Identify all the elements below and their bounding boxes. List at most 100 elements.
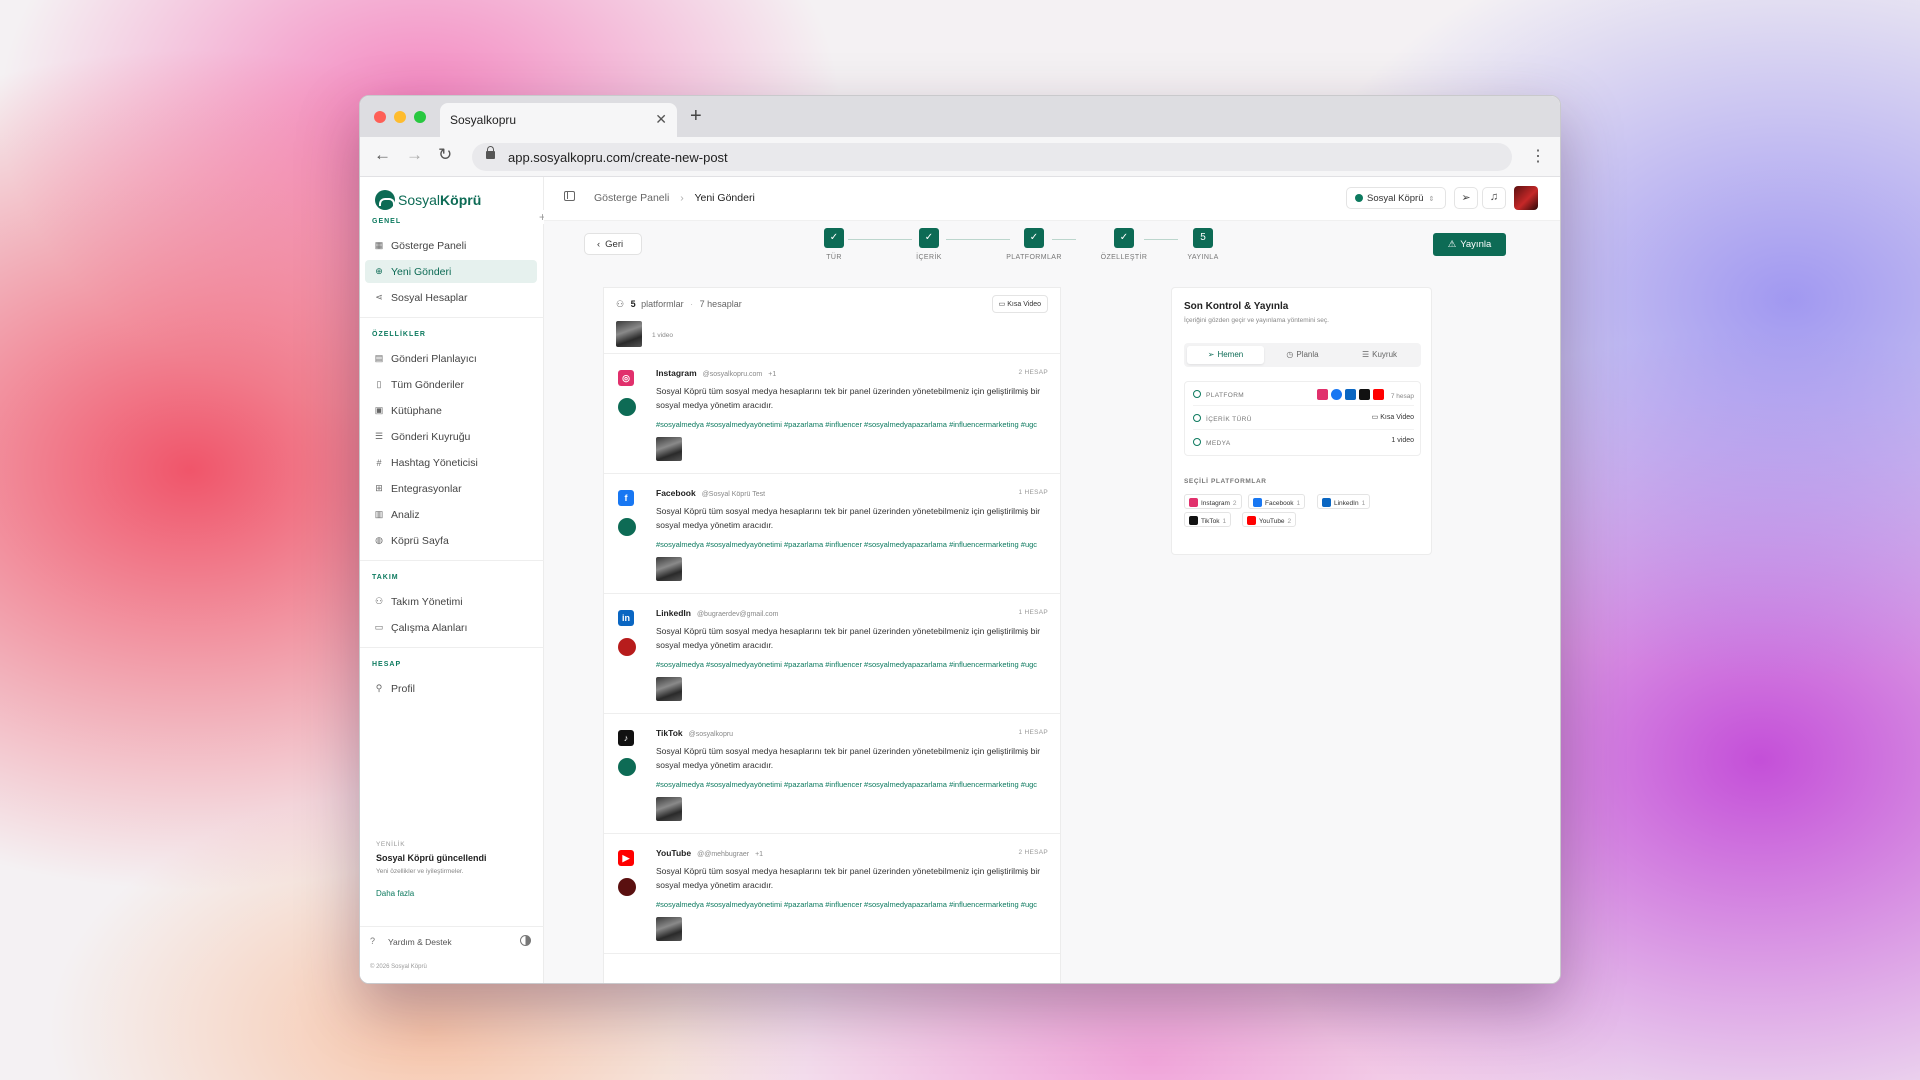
step-number: 5: [1193, 228, 1213, 248]
step-label: İÇERİK: [916, 254, 942, 261]
sidebar-item-hashtags[interactable]: # Hashtag Yöneticisi: [365, 451, 537, 474]
step-customize[interactable]: ✓ ÖZELLEŞTİR: [1084, 228, 1164, 261]
check-icon: ✓: [1114, 228, 1134, 248]
app-logo[interactable]: Sosyal Köprü: [375, 190, 481, 210]
news-desc: Yeni özellikler ve iyileştirmeler.: [376, 868, 464, 875]
back-arrow-icon[interactable]: ←: [374, 145, 391, 165]
final-check-subtitle: İçeriğini gözden geçir ve yayınlama yönt…: [1184, 317, 1329, 324]
tag-label: TikTok: [1201, 518, 1220, 525]
step-content[interactable]: ✓ İÇERİK: [905, 228, 953, 261]
platform-tag[interactable]: Instagram 2: [1184, 494, 1242, 509]
sidebar-item-bridge-page[interactable]: ◍ Köprü Sayfa: [365, 529, 537, 552]
sidebar-item-workspaces[interactable]: ▭ Çalışma Alanları: [365, 616, 537, 639]
publish-button[interactable]: ⚠ Yayınla: [1433, 233, 1506, 256]
sidebar-item-profile[interactable]: ⚲ Profil: [365, 677, 537, 700]
sidebar-item-integrations[interactable]: ⊞ Entegrasyonlar: [365, 477, 537, 500]
accounts-count: 7 hesaplar: [699, 299, 742, 309]
media-thumbnail[interactable]: [616, 321, 642, 347]
account-avatar: [618, 398, 636, 416]
sidebar-item-queue[interactable]: ☰ Gönderi Kuyruğu: [365, 425, 537, 448]
post-media-thumbnail[interactable]: [656, 437, 682, 461]
url-field[interactable]: app.sosyalkopru.com/create-new-post: [472, 143, 1512, 171]
sidebar-toggle-icon[interactable]: [564, 191, 575, 201]
post-media-thumbnail[interactable]: [656, 677, 682, 701]
account-avatar: [618, 518, 636, 536]
check-circle-icon: [1193, 438, 1201, 446]
hash-icon: #: [376, 457, 382, 468]
post-media-thumbnail[interactable]: [656, 557, 682, 581]
close-window-button[interactable]: [374, 111, 386, 123]
logo-icon: [375, 190, 395, 210]
queue-icon: ☰: [374, 431, 384, 441]
platform-icon: in: [618, 610, 634, 626]
sidebar-item-label: Gönderi Planlayıcı: [391, 352, 477, 365]
platform-tag[interactable]: TikTok 1: [1184, 512, 1232, 527]
sidebar-item-new-post[interactable]: ⊕ Yeni Gönderi: [365, 260, 537, 283]
avatar[interactable]: [1514, 186, 1538, 210]
platform-label: LinkedIn: [656, 608, 691, 618]
sidebar-item-library[interactable]: ▣ Kütüphane: [365, 399, 537, 422]
section-hesap: HESAP: [372, 661, 402, 668]
tab-schedule[interactable]: ◷ Planla: [1264, 346, 1341, 364]
post-text: Sosyal Köprü tüm sosyal medya hesapların…: [656, 746, 1041, 770]
post-media-thumbnail[interactable]: [656, 797, 682, 821]
sidebar-item-social-accounts[interactable]: ⋖ Sosyal Hesaplar: [365, 286, 537, 309]
new-tab-icon[interactable]: +: [690, 105, 702, 128]
step-type[interactable]: ✓ TÜR: [810, 228, 858, 261]
post-media-thumbnail[interactable]: [656, 917, 682, 941]
section-takim: TAKIM: [372, 574, 399, 581]
account-avatar: [618, 878, 636, 896]
preview-stats: ⚇ 5 platformlar · 7 hesaplar: [616, 299, 742, 310]
tab-queue[interactable]: ☰ Kuyruk: [1341, 346, 1418, 364]
sidebar-item-planner[interactable]: ▤ Gönderi Planlayıcı: [365, 347, 537, 370]
send-icon: ➢: [1461, 192, 1471, 204]
sidebar-item-label: Yeni Gönderi: [391, 265, 452, 278]
sidebar-item-all-posts[interactable]: ▯ Tüm Gönderiler: [365, 373, 537, 396]
step-label: PLATFORMLAR: [1006, 254, 1062, 261]
sidebar-item-analytics[interactable]: ▥ Analiz: [365, 503, 537, 526]
help-link[interactable]: Yardım & Destek: [388, 937, 452, 947]
platform-tag[interactable]: YouTube 2: [1242, 512, 1297, 527]
tag-count: 2: [1232, 500, 1237, 507]
sidebar-item-dashboard[interactable]: ▦ Gösterge Paneli: [365, 234, 537, 257]
check-icon: ✓: [824, 228, 844, 248]
browser-menu-icon[interactable]: ⋮: [1530, 146, 1546, 166]
close-tab-icon[interactable]: ✕: [655, 111, 667, 128]
publish-label: Yayınla: [1460, 239, 1492, 250]
reload-icon[interactable]: ↻: [438, 145, 452, 165]
minimize-window-button[interactable]: [394, 111, 406, 123]
account-count: 1 HESAP: [1018, 609, 1048, 616]
step-platforms[interactable]: ✓ PLATFORMLAR: [994, 228, 1074, 261]
sidebar-item-label: Köprü Sayfa: [391, 534, 449, 547]
platform-name: TikTok @sosyalkopru: [656, 728, 739, 738]
post-preview-panel: ⚇ 5 platformlar · 7 hesaplar ▭ Kısa Video…: [603, 287, 1061, 983]
sidebar-item-team[interactable]: ⚇ Takım Yönetimi: [365, 590, 537, 613]
back-label: Geri: [605, 239, 624, 250]
step-publish[interactable]: 5 YAYINLA: [1173, 228, 1233, 261]
platform-icon: ♪: [618, 730, 634, 746]
platform-tag[interactable]: Facebook 1: [1248, 494, 1306, 509]
post-text: Sosyal Köprü tüm sosyal medya hesapların…: [656, 386, 1041, 410]
calendar-icon: ▤: [374, 353, 384, 363]
send-icon: ➢: [1207, 350, 1215, 359]
section-ozellikler: ÖZELLİKLER: [372, 331, 426, 338]
send-button[interactable]: ➢: [1454, 187, 1478, 209]
news-more-link[interactable]: Daha fazla: [376, 889, 487, 898]
breadcrumb-dashboard[interactable]: Gösterge Paneli: [594, 192, 669, 204]
post-hashtags: #sosyalmedya #sosyalmedyayönetimi #pazar…: [656, 420, 1038, 429]
theme-toggle-icon[interactable]: [520, 935, 531, 946]
tab-now[interactable]: ➢ Hemen: [1187, 346, 1264, 364]
media-count: 1 video: [652, 332, 673, 339]
account-handle: @sosyalkopru.com: [702, 371, 763, 378]
notifications-button[interactable]: ♫: [1482, 187, 1506, 209]
tag-count: 2: [1287, 518, 1292, 525]
top-bar: Gösterge Paneli › Yeni Gönderi Sosyal Kö…: [544, 177, 1560, 221]
maximize-window-button[interactable]: [414, 111, 426, 123]
account-switcher[interactable]: Sosyal Köprü ⇕: [1346, 187, 1446, 209]
forward-arrow-icon[interactable]: →: [406, 145, 423, 165]
back-button[interactable]: ‹ Geri: [584, 233, 642, 255]
summary-type-row: İÇERİK TÜRÜ ▭ Kısa Video: [1193, 406, 1414, 430]
library-icon: ▣: [374, 405, 384, 415]
browser-tab[interactable]: Sosyalkopru ✕: [440, 103, 677, 137]
platform-tag[interactable]: LinkedIn 1: [1317, 494, 1371, 509]
